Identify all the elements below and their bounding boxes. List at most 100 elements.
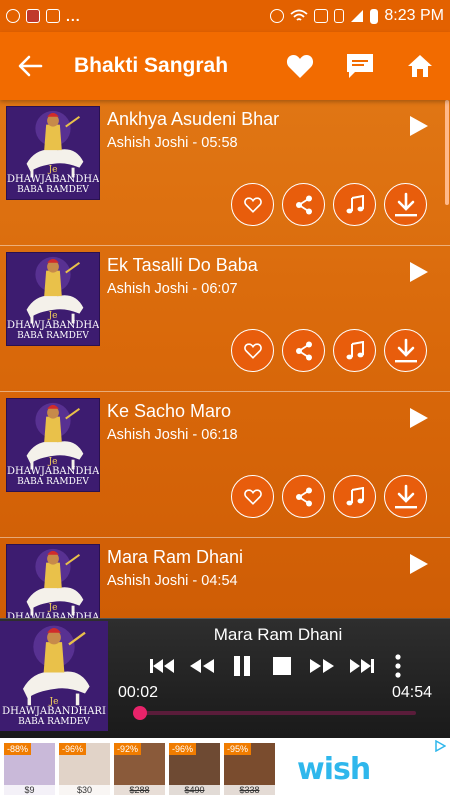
product-price: $9 (4, 785, 55, 795)
ad-product-tile[interactable]: -88% $9 (4, 743, 55, 795)
pause-icon (234, 656, 250, 676)
song-title: Ke Sacho Maro (107, 401, 232, 421)
favorite-icon (243, 342, 262, 359)
skip-next-button[interactable] (342, 651, 382, 681)
fast-forward-icon (310, 659, 334, 673)
current-time: 00:02 (118, 684, 159, 701)
song-thumbnail: JeDhawjabandhariBaba Ramdev (6, 544, 100, 618)
app-notification-icon (26, 9, 40, 23)
discount-badge: -95% (224, 743, 252, 755)
song-subtitle: Ashish Joshi - 06:07 (107, 281, 238, 297)
list-item[interactable]: JeDhawjabandhariBaba Ramdev Mara Ram Dhan… (0, 538, 450, 618)
album-art-caption: JeDhawjabandhariBaba Ramdev (0, 697, 108, 727)
whatsapp-icon (6, 9, 20, 23)
album-art-line2: Dhawjabandhari (2, 706, 106, 718)
pause-button[interactable] (222, 651, 262, 681)
play-button[interactable] (408, 406, 434, 432)
ringtone-button[interactable] (333, 183, 376, 226)
share-button[interactable] (282, 475, 325, 518)
home-button[interactable] (390, 32, 450, 100)
ad-product-tile[interactable]: -95% $338 (224, 743, 275, 795)
back-button[interactable] (0, 32, 60, 100)
product-price: $30 (59, 785, 110, 795)
play-button[interactable] (408, 260, 434, 286)
share-button[interactable] (282, 183, 325, 226)
song-list[interactable]: JeDhawjabandhariBaba Ramdev Ankhya Asuden… (0, 100, 450, 618)
player-controls (142, 651, 382, 681)
skip-previous-button[interactable] (142, 651, 182, 681)
share-icon (295, 341, 312, 360)
song-subtitle: Ashish Joshi - 06:18 (107, 427, 238, 443)
skip-previous-icon (150, 659, 174, 673)
play-icon (410, 554, 428, 574)
player-bar: Je Dhawjabandhari Baba Ramdev Mara Ram Dha… (0, 618, 450, 738)
ad-product-tile[interactable]: -96% $30 (59, 743, 110, 795)
ad-choices-icon[interactable] (434, 740, 446, 752)
sim-icon (334, 9, 345, 23)
status-time: 8:23 PM (384, 7, 444, 24)
ringtone-button[interactable] (333, 329, 376, 372)
seek-handle[interactable] (132, 706, 147, 720)
favorite-button[interactable] (231, 183, 274, 226)
share-icon (295, 487, 312, 506)
heart-icon (286, 55, 314, 78)
ringtone-icon (346, 194, 364, 213)
album-art-line2: Dhawjabandhari (7, 174, 100, 186)
song-title: Ankhya Asudeni Bhar (107, 109, 280, 129)
status-notifications: ... (6, 8, 81, 24)
album-art-line3: Baba Ramdev (17, 476, 89, 487)
album-art-line2: Dhawjabandhari (7, 320, 100, 332)
chat-button[interactable] (330, 32, 390, 100)
list-item[interactable]: JeDhawjabandhariBaba Ramdev Ke Sacho Maro… (0, 392, 450, 538)
list-item[interactable]: JeDhawjabandhariBaba Ramdev Ankhya Asuden… (0, 100, 450, 246)
image-icon (46, 9, 60, 23)
player-song-title: Mara Ram Dhani (213, 625, 343, 644)
discount-badge: -96% (169, 743, 197, 755)
download-icon (394, 484, 417, 508)
status-bar: ... 8:23 PM (0, 0, 450, 32)
chat-icon (347, 54, 373, 78)
play-button[interactable] (408, 552, 434, 578)
album-art-line3: Baba Ramdev (17, 330, 89, 341)
download-icon (394, 192, 417, 216)
album-art-line3: Baba Ramdev (17, 184, 89, 195)
wish-logo[interactable]: wish (297, 752, 371, 787)
status-system: 8:23 PM (270, 7, 444, 25)
rewind-button[interactable] (182, 651, 222, 681)
song-thumbnail: JeDhawjabandhariBaba Ramdev (6, 398, 100, 492)
play-icon (410, 262, 428, 282)
wifi-icon (290, 9, 308, 21)
seek-bar[interactable] (132, 706, 416, 720)
overflow-dots: ... (66, 8, 81, 24)
album-art-line2: Dhawjabandhari (7, 466, 100, 478)
ringtone-icon (346, 486, 364, 505)
download-button[interactable] (384, 329, 427, 372)
skip-next-icon (350, 659, 374, 673)
album-art-caption: JeDhawjabandhariBaba Ramdev (7, 165, 100, 195)
product-price: $288 (114, 785, 165, 795)
stop-icon (273, 657, 291, 675)
song-subtitle: Ashish Joshi - 05:58 (107, 135, 238, 151)
message-icon (314, 9, 329, 23)
ad-product-tile[interactable]: -96% $490 (169, 743, 220, 795)
download-button[interactable] (384, 475, 427, 518)
song-title: Ek Tasalli Do Baba (107, 255, 258, 275)
favorite-button[interactable] (231, 329, 274, 372)
fast-forward-button[interactable] (302, 651, 342, 681)
discount-badge: -92% (114, 743, 142, 755)
list-item[interactable]: JeDhawjabandhariBaba Ramdev Ek Tasalli Do… (0, 246, 450, 392)
home-icon (408, 55, 432, 77)
download-button[interactable] (384, 183, 427, 226)
stop-button[interactable] (262, 651, 302, 681)
ad-banner[interactable]: -88% $9 -96% $30 -92% $288 -96% $490 -95% $338 wis… (0, 738, 450, 800)
product-price: $490 (169, 785, 220, 795)
song-actions (231, 183, 427, 226)
total-time: 04:54 (392, 684, 433, 701)
ad-product-tile[interactable]: -92% $288 (114, 743, 165, 795)
favorites-button[interactable] (270, 32, 330, 100)
play-button[interactable] (408, 114, 434, 140)
player-menu-button[interactable] (390, 651, 406, 681)
share-button[interactable] (282, 329, 325, 372)
favorite-button[interactable] (231, 475, 274, 518)
ringtone-button[interactable] (333, 475, 376, 518)
